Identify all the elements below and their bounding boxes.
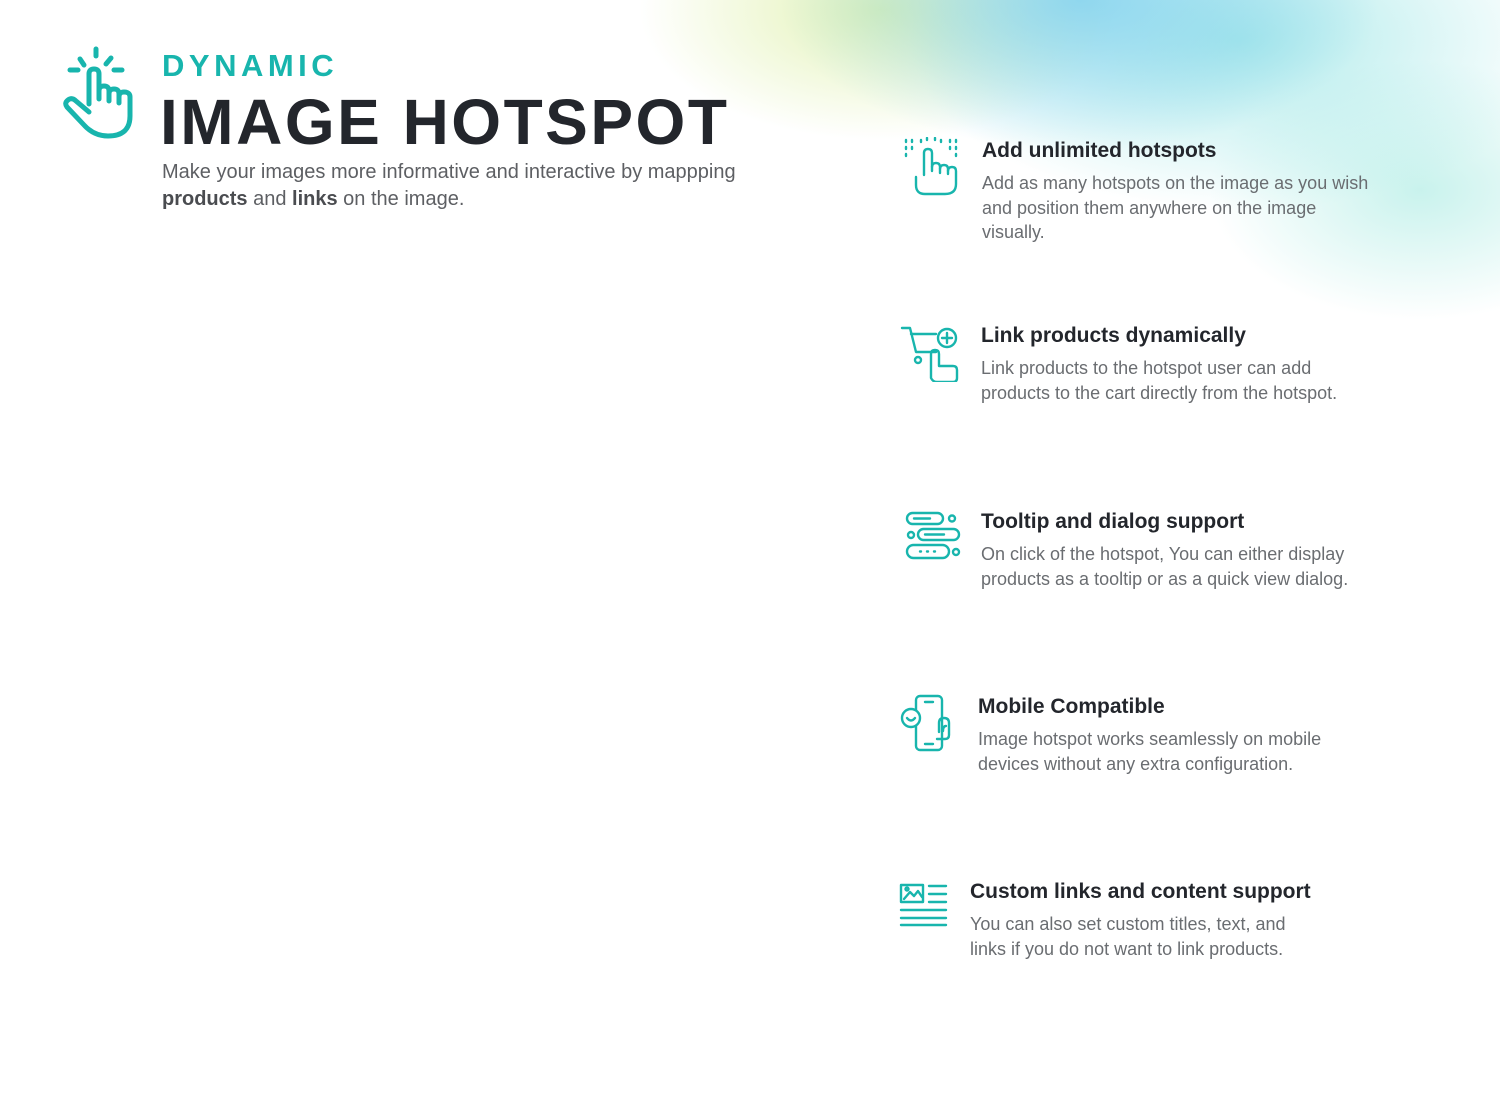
feature-description: Image hotspot works seamlessly on mobile…: [978, 729, 1322, 774]
feature-title: Mobile Compatible: [978, 695, 1165, 718]
content-layout-icon: [899, 883, 948, 927]
tap-hotspot-icon: [904, 137, 958, 196]
feature-title: Link products dynamically: [981, 324, 1246, 347]
mobile-device-icon: [900, 694, 951, 752]
cart-link-icon: [900, 326, 959, 382]
chat-dialog-icon: [905, 511, 961, 560]
feature-description: You can also set custom titles, text, an…: [970, 914, 1286, 959]
feature-description: Add as many hotspots on the image as you…: [982, 173, 1369, 242]
feature-description: Link products to the hotspot user can ad…: [981, 358, 1338, 403]
feature-description: On click of the hotspot, You can either …: [981, 544, 1349, 589]
feature-title: Add unlimited hotspots: [982, 139, 1217, 162]
feature-title: Custom links and content support: [970, 880, 1311, 903]
feature-title: Tooltip and dialog support: [981, 510, 1245, 533]
feature-list: Add unlimited hotspots Add as many hotsp…: [0, 0, 1500, 1100]
